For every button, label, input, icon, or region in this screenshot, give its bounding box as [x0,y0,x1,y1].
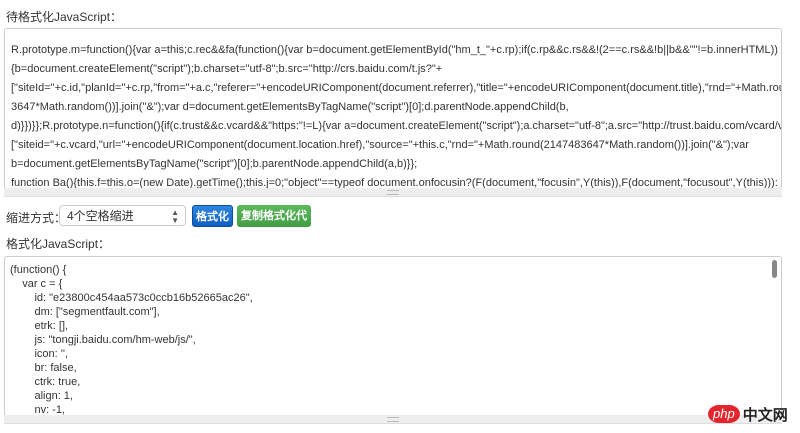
copy-formatted-button[interactable]: 复制格式化代码 [237,205,311,244]
code-line: ["siteid="+c.vcard,"url="+encodeURICompo… [11,139,749,151]
format-button[interactable]: 格式化 [192,205,233,227]
code-line: ctrk: true, [10,376,81,388]
code-line: ["siteId="+c.id,"planId="+c.rp,"from="+a… [11,82,782,94]
output-label: 格式化JavaScript： [6,237,111,251]
indent-label: 缩进方式： [6,211,67,225]
indent-select-value: 4个空格缩进 [67,209,134,223]
code-line: R.prototype.m=function(){var a=this;c.re… [11,44,778,56]
indent-select[interactable]: 4个空格缩进 ▲ ▼ [59,205,186,226]
output-textarea[interactable]: (function() { var c = { id: "e23800c454a… [4,256,782,416]
input-resize-handle[interactable] [4,188,782,197]
scrollbar[interactable] [772,260,777,278]
code-line: function Ba(){this.f=this.o=(new Date).g… [11,177,778,189]
code-line: b=document.getElementsByTagName("script"… [11,158,418,170]
code-line: d)}})}};R.prototype.n=function(){if(c.tr… [11,120,782,132]
code-line: 3647*Math.random())].join("&");var d=doc… [11,101,569,113]
code-line: etrk: [], [10,320,69,332]
php-cn-watermark: php 中文网 [708,403,788,425]
code-line: var c = { [10,278,63,290]
code-line: (function() { [10,264,67,276]
code-line: br: false, [10,362,77,374]
select-arrows-icon: ▲ ▼ [171,208,179,225]
code-line: dm: ["segmentfault.com"], [10,306,160,318]
code-line: icon: '', [10,348,68,360]
output-resize-handle[interactable] [4,415,782,424]
code-line: {b=document.createElement("script");b.ch… [11,63,443,75]
code-line: id: "e23800c454aa573c0ccb16b52665ac26", [10,292,253,304]
code-line: align: 1, [10,390,73,402]
input-label: 待格式化JavaScript： [6,10,123,24]
input-textarea[interactable]: R.prototype.m=function(){var a=this;c.re… [4,28,782,189]
code-line: js: "tongji.baidu.com/hm-web/js/", [10,334,196,346]
